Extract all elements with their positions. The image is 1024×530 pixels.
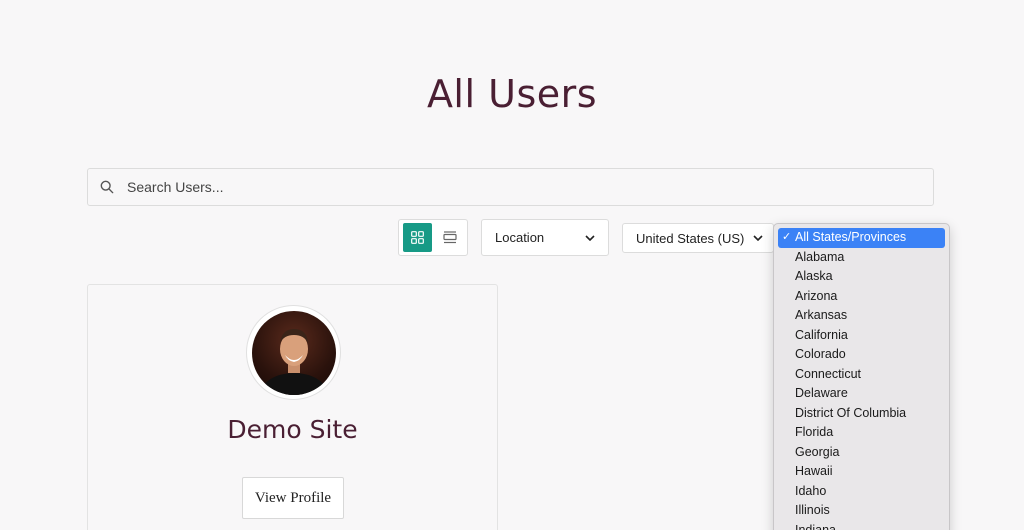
- chevron-down-icon: [585, 234, 595, 241]
- location-select[interactable]: Location: [481, 219, 609, 256]
- grid-icon: [411, 231, 424, 244]
- avatar-frame: [246, 305, 341, 400]
- search-icon: [100, 180, 114, 194]
- dropdown-option[interactable]: Arkansas: [778, 306, 945, 326]
- dropdown-option[interactable]: Idaho: [778, 482, 945, 502]
- dropdown-option[interactable]: Georgia: [778, 443, 945, 463]
- dropdown-option[interactable]: Illinois: [778, 501, 945, 521]
- user-name[interactable]: Demo Site: [88, 415, 497, 444]
- location-select-label: Location: [495, 230, 545, 245]
- search-input[interactable]: [127, 169, 933, 205]
- dropdown-option[interactable]: Connecticut: [778, 365, 945, 385]
- country-select[interactable]: United States (US): [622, 223, 774, 253]
- dropdown-option[interactable]: California: [778, 326, 945, 346]
- list-view-button[interactable]: [435, 223, 464, 252]
- dropdown-option[interactable]: Arizona: [778, 287, 945, 307]
- checkmark-icon: ✓: [782, 231, 792, 243]
- dropdown-option[interactable]: Florida: [778, 423, 945, 443]
- search-bar[interactable]: [87, 168, 934, 206]
- avatar-photo: [259, 328, 328, 395]
- dropdown-option[interactable]: Alaska: [778, 267, 945, 287]
- view-profile-button[interactable]: View Profile: [242, 477, 344, 519]
- dropdown-option[interactable]: Delaware: [778, 384, 945, 404]
- list-icon: [442, 231, 457, 244]
- grid-view-button[interactable]: [403, 223, 432, 252]
- dropdown-option[interactable]: Alabama: [778, 248, 945, 268]
- country-select-label: United States (US): [636, 230, 745, 246]
- dropdown-option[interactable]: District Of Columbia: [778, 404, 945, 424]
- chevron-down-icon: [753, 235, 763, 241]
- avatar[interactable]: [251, 310, 336, 395]
- page-title: All Users: [426, 72, 598, 116]
- dropdown-option[interactable]: Colorado: [778, 345, 945, 365]
- dropdown-option[interactable]: ✓ All States/Provinces: [778, 228, 945, 248]
- dropdown-option[interactable]: Indiana: [778, 521, 945, 530]
- dropdown-option[interactable]: Hawaii: [778, 462, 945, 482]
- states-dropdown-menu[interactable]: ✓ All States/Provinces Alabama Alaska Ar…: [773, 223, 950, 530]
- view-toggle: [398, 219, 468, 256]
- user-card: Demo Site View Profile: [87, 284, 498, 530]
